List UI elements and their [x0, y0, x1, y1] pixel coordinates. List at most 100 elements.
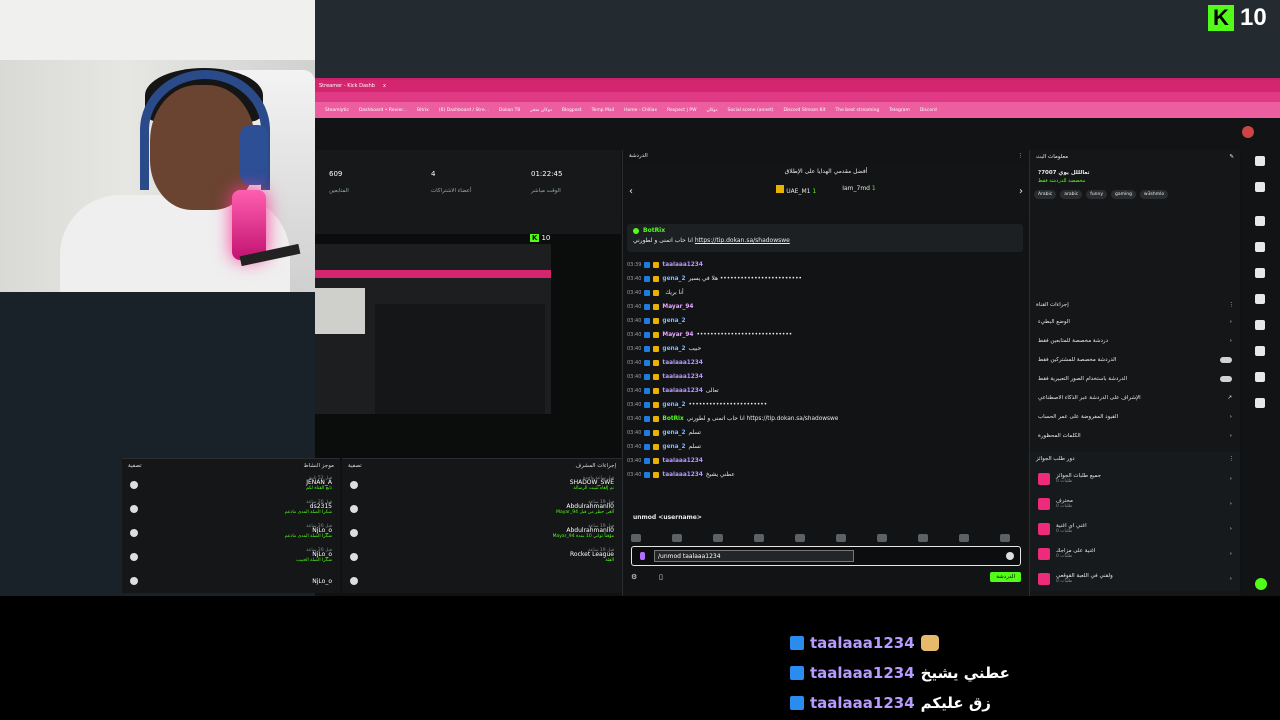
channel-action-item[interactable]: الوضع البطيء › [1030, 312, 1240, 331]
link-icon[interactable] [1255, 320, 1265, 330]
emote-icon[interactable] [672, 534, 682, 542]
bookmark-item[interactable]: Discord [920, 108, 937, 113]
chat-input-box[interactable] [631, 546, 1021, 566]
chat-message[interactable]: 03:40 gena_2 [627, 314, 1023, 328]
chat-message[interactable]: 03:40 Mayar_94 [627, 300, 1023, 314]
message-username[interactable]: gena_2 [662, 430, 685, 436]
external-link-icon[interactable]: ↗ [1227, 395, 1232, 401]
chat-message[interactable]: 03:40 taalaaa1234 [627, 454, 1023, 468]
mic-icon[interactable] [640, 552, 645, 560]
chat-message[interactable]: 03:40 taalaaa1234 تعالى [627, 384, 1023, 398]
chat-message[interactable]: 03:40 gena_2 تسلم [627, 426, 1023, 440]
video-icon[interactable] [1255, 268, 1265, 278]
shield-icon[interactable] [1255, 216, 1265, 226]
message-username[interactable]: BotRix [662, 416, 683, 422]
feed-item[interactable]: Abdulrahmanll0 ألغى حظر من قبل Mayar_94 قب… [342, 497, 622, 521]
chevron-right-icon[interactable]: › [1019, 186, 1023, 197]
feed-item[interactable]: JENAN_A تابع القناة لكم قبل 52 ثانية [122, 473, 340, 497]
feed-item[interactable]: Rocket League الفئة قبل 19 ساعة [342, 545, 622, 569]
reward-item[interactable]: محترف طلبات 0 › [1030, 491, 1240, 516]
feed-item[interactable]: NjLo_o [122, 569, 340, 593]
bookmark-item[interactable]: Discord Stream Kit [783, 108, 825, 113]
bookmark-item[interactable]: Home - Chillax [624, 108, 657, 113]
bookmark-item[interactable]: Blogpost [562, 108, 582, 113]
avatar[interactable] [1242, 126, 1254, 138]
bookmark-item[interactable]: Temp Mail [592, 108, 615, 113]
feed-item[interactable]: ds2315 شكرا الصلة المدى مادعم قبل 20 ساعة [122, 497, 340, 521]
message-username[interactable]: gena_2 [662, 318, 685, 324]
chat-message[interactable]: 03:40 gena_2 حبيب [627, 342, 1023, 356]
tool-icon[interactable] [1255, 372, 1265, 382]
edit-icon[interactable]: ✎ [1229, 154, 1234, 160]
chat-message[interactable]: 03:39 taalaaa1234 [627, 258, 1023, 272]
chat-message[interactable]: 03:40 BotRix انا حاب اتمنى و لطورني https:… [627, 412, 1023, 426]
activity-filter[interactable]: تصفية [128, 463, 142, 469]
toggle-switch[interactable] [1220, 375, 1232, 382]
grid-icon[interactable] [1255, 398, 1265, 408]
kebab-menu-icon[interactable]: ⋮ [1018, 153, 1024, 159]
list-icon[interactable] [1255, 346, 1265, 356]
chat-message[interactable]: 03:40 gena_2 تسلم [627, 440, 1023, 454]
message-username[interactable]: gena_2 [662, 276, 685, 282]
emote-icon[interactable] [836, 534, 846, 542]
settings-icon[interactable]: ⚙ [631, 573, 637, 581]
chevron-left-icon[interactable]: ‹ [629, 186, 633, 197]
feed-item[interactable]: NjLo_o شكرا الصلة الحبيب قبل 20 ساعة [122, 545, 340, 569]
bookmark-item[interactable]: Dokan T8 [499, 108, 520, 113]
bookmark-item[interactable]: Steamlytic [325, 108, 349, 113]
chat-message[interactable]: 03:40 taalaaa1234 [627, 370, 1023, 384]
emote-icon[interactable] [1000, 534, 1010, 542]
gifter-entry[interactable]: UAE_M1 1 [776, 185, 816, 195]
emote-icon[interactable] [918, 534, 928, 542]
channel-action-item[interactable]: دردشة مخصصة للمتابعين فقط › [1030, 331, 1240, 350]
reward-item[interactable]: ولقني في اللعبة القوقعي طلبات 0 › [1030, 566, 1240, 591]
pencil-icon[interactable] [1255, 182, 1265, 192]
emote-icon[interactable] [754, 534, 764, 542]
send-chat-button[interactable]: الدردشة [990, 572, 1021, 582]
pinned-link[interactable]: https://tip.dokan.sa/shadowswe [695, 237, 790, 244]
bookmark-item[interactable]: Bitrix [417, 108, 429, 113]
browser-tab-kick[interactable]: Streamer - Kick Dashb [319, 83, 375, 89]
gifter-entry[interactable]: Iam_7md 1 [842, 185, 876, 195]
emote-icon[interactable] [795, 534, 805, 542]
chat-message[interactable]: 03:40 أنا بريك [627, 286, 1023, 300]
chat-input[interactable] [654, 550, 854, 562]
chat-message[interactable]: 03:40 gena_2 ••••••••••••••••••••••• [627, 398, 1023, 412]
browser-tab-other[interactable]: x [383, 83, 386, 89]
emote-icon[interactable] [713, 534, 723, 542]
pinned-message[interactable]: BotRix انا حاب اتمنى و لطورني https://ti… [627, 224, 1023, 252]
message-username[interactable]: taalaaa1234 [662, 360, 702, 366]
message-username[interactable]: taalaaa1234 [662, 388, 702, 394]
toggle-switch[interactable] [1220, 356, 1232, 363]
bookmark-item[interactable]: Social scene (annet) [728, 108, 774, 113]
feed-item[interactable] [342, 569, 622, 593]
bookmark-item[interactable]: (6) Dashboard / Stre... [439, 108, 489, 113]
reward-item[interactable]: جميع طلبات الجوائز طلبات 0 › [1030, 466, 1240, 491]
message-username[interactable]: taalaaa1234 [662, 472, 702, 478]
chat-icon[interactable] [1255, 294, 1265, 304]
chat-message[interactable]: 03:40 gena_2 هلا في يسير •••••••••••••••••… [627, 272, 1023, 286]
bookmark-item[interactable]: The best streaming [836, 108, 880, 113]
emoji-icon[interactable] [1006, 552, 1014, 560]
feed-item[interactable]: NjLo_o شكرا الصلة المدى مادعم قبل 20 ساعة [122, 521, 340, 545]
message-username[interactable]: gena_2 [662, 346, 685, 352]
mod-filter[interactable]: تصفية [348, 463, 362, 469]
browser-tab-bar[interactable]: Streamer - Kick Dashb x [315, 80, 1280, 92]
emote-icon[interactable] [877, 534, 887, 542]
tag-chip[interactable]: gaming [1111, 190, 1137, 199]
bookmark-item[interactable]: دوكان متجر [530, 108, 552, 113]
tag-chip[interactable]: funny [1086, 190, 1108, 199]
emote-icon[interactable] [959, 534, 969, 542]
bookmark-item[interactable]: Telegram [889, 108, 910, 113]
channel-action-item[interactable]: القيود المفروضة على عمر الحساب › [1030, 407, 1240, 426]
delete-icon[interactable]: ▯ [659, 573, 663, 581]
tag-chip[interactable]: w3shmlo [1140, 190, 1169, 199]
channel-action-item[interactable]: الدردشة مخصصة للمشتركين فقط [1030, 350, 1240, 369]
chat-message[interactable]: 03:40 taalaaa1234 [627, 356, 1023, 370]
info-icon[interactable] [1255, 156, 1265, 166]
bookmark-item[interactable]: Respect | PW [667, 108, 696, 113]
feed-item[interactable]: SHADOW_SWE تم إلغاء تثبيت الرسالة قبل ساعة… [342, 473, 622, 497]
message-username[interactable]: Mayar_94 [662, 332, 693, 338]
support-icon[interactable] [1255, 578, 1267, 590]
channel-action-item[interactable]: الدردشة باستخدام الصور التعبيرية فقط [1030, 369, 1240, 388]
